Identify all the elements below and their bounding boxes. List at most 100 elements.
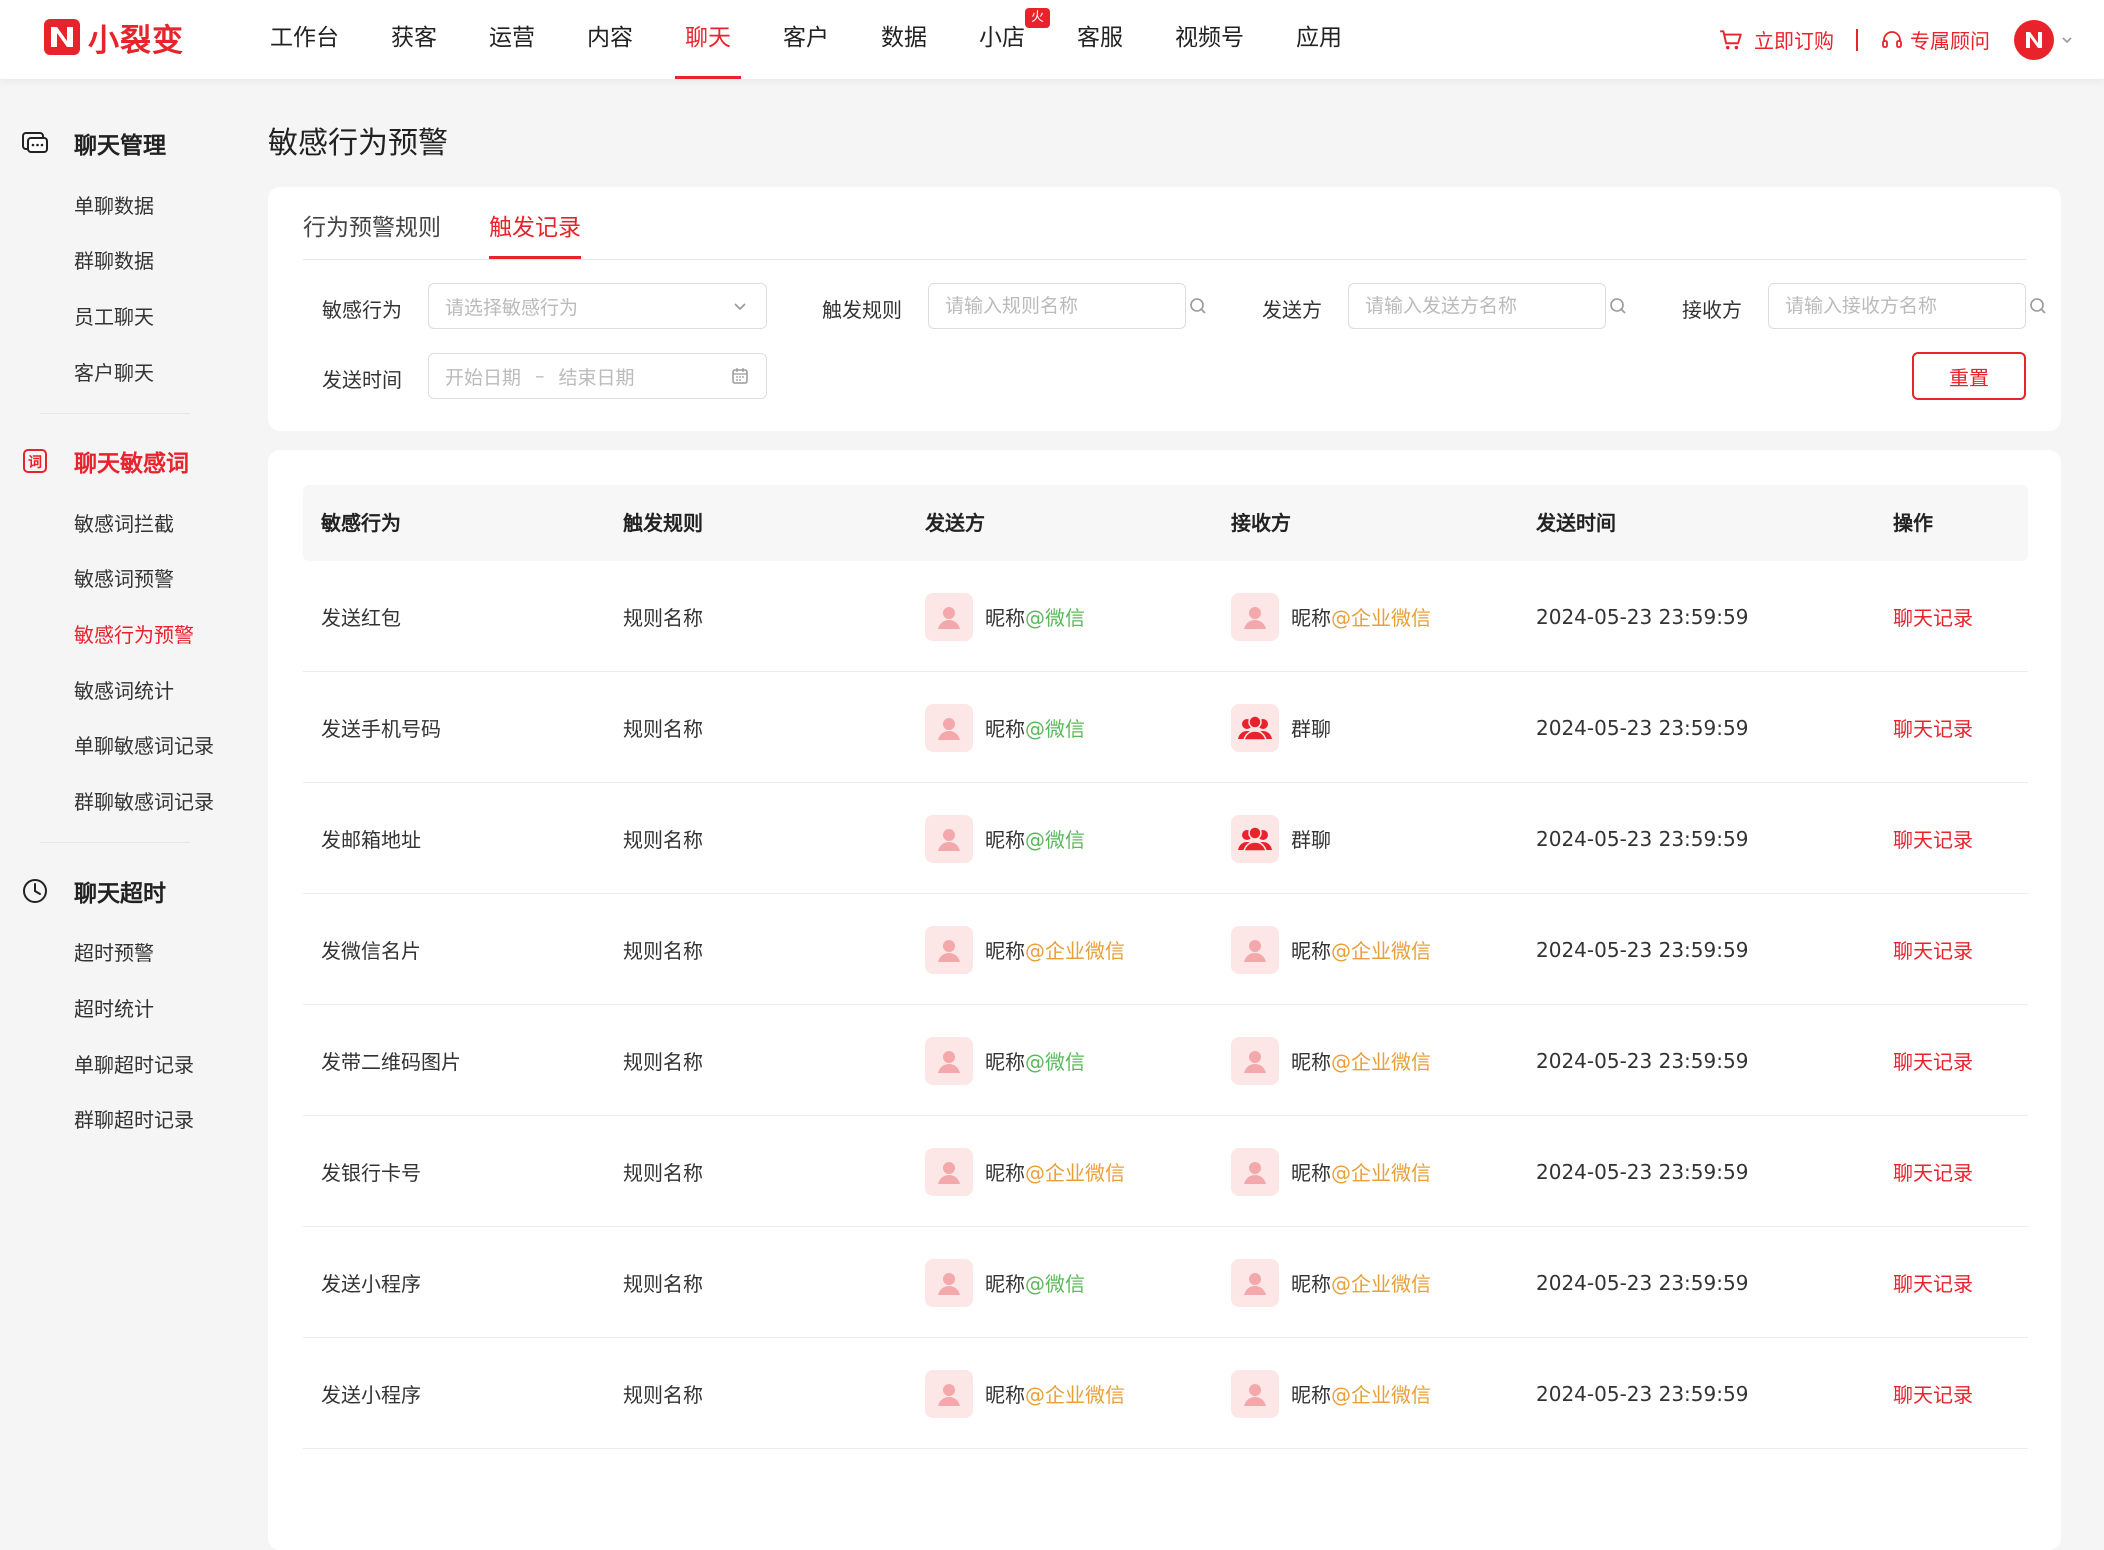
sender-platform-tag: @企业微信	[1025, 939, 1125, 963]
cell-sender: 昵称 @微信	[925, 672, 1085, 783]
date-range-dash: –	[535, 365, 545, 387]
cell-action: 聊天记录	[1893, 561, 1973, 672]
person-icon	[934, 935, 964, 965]
sidebar-item-single-timeout-records[interactable]: 单聊超时记录	[74, 1049, 194, 1078]
sender-search-field[interactable]	[1365, 295, 1608, 317]
receiver-name: 昵称	[1291, 939, 1331, 963]
person-icon	[934, 1268, 964, 1298]
sender-search-input[interactable]	[1348, 283, 1626, 329]
nav-label: 小店	[979, 25, 1025, 51]
user-avatar[interactable]	[2014, 19, 2054, 60]
column-header-behavior: 敏感行为	[321, 511, 401, 535]
nav-item-content[interactable]: 内容	[587, 0, 633, 79]
order-button[interactable]: 立即订购	[1718, 25, 1834, 54]
person-icon	[934, 1046, 964, 1076]
receiver-platform-tag: @企业微信	[1331, 1272, 1431, 1296]
sender-platform-tag: @微信	[1025, 717, 1085, 741]
sidebar-item-timeout-warning[interactable]: 超时预警	[74, 937, 154, 966]
receiver-platform-tag: @企业微信	[1331, 1383, 1431, 1407]
nav-label: 客服	[1077, 25, 1123, 51]
nav-item-data[interactable]: 数据	[881, 0, 927, 79]
nav-label: 客户	[783, 25, 829, 51]
sidebar-item-single-chat-data[interactable]: 单聊数据	[74, 190, 154, 219]
rule-search-field[interactable]	[945, 295, 1188, 317]
sidebar-group-sensitive-words[interactable]: 词 聊天敏感词	[20, 441, 189, 481]
chat-record-link[interactable]: 聊天记录	[1893, 713, 1973, 742]
cell-rule: 规则名称	[623, 717, 703, 741]
sidebar-group-title: 聊天超时	[74, 881, 166, 907]
sender-platform-tag: @微信	[1025, 1272, 1085, 1296]
tab-rules[interactable]: 行为预警规则	[303, 187, 441, 259]
sender-avatar	[925, 814, 973, 863]
cell-receiver: 昵称 @企业微信	[1231, 561, 1431, 672]
reset-button[interactable]: 重置	[1912, 352, 2026, 400]
advisor-button[interactable]: 专属顾问	[1880, 25, 1990, 54]
sender-name: 昵称	[985, 1161, 1025, 1185]
receiver-name: 群聊	[1291, 717, 1331, 741]
cell-time: 2024-05-23 23:59:59	[1536, 604, 1749, 629]
group-chat-icon	[1237, 824, 1273, 854]
receiver-name: 昵称	[1291, 606, 1331, 630]
sidebar-item-word-stats[interactable]: 敏感词统计	[74, 675, 174, 704]
sidebar-item-group-timeout-records[interactable]: 群聊超时记录	[74, 1104, 194, 1133]
nav-item-customer[interactable]: 客户	[783, 0, 829, 79]
nav-item-workbench[interactable]: 工作台	[270, 0, 339, 79]
cell-time: 2024-05-23 23:59:59	[1536, 1048, 1749, 1073]
cell-action: 聊天记录	[1893, 1005, 1973, 1116]
chat-record-link[interactable]: 聊天记录	[1893, 1046, 1973, 1075]
main-nav: 工作台 获客 运营 内容 聊天 客户 数据 小店 火爆 客服 视频号 应用	[270, 0, 1394, 79]
nav-item-shop[interactable]: 小店 火爆	[979, 0, 1051, 79]
sidebar: 聊天管理 单聊数据 群聊数据 员工聊天 客户聊天 词 聊天敏感词 敏感词拦截 敏…	[0, 79, 232, 1490]
nav-item-channels[interactable]: 视频号	[1175, 0, 1244, 79]
chat-record-link[interactable]: 聊天记录	[1893, 1268, 1973, 1297]
search-icon[interactable]	[1188, 296, 1208, 316]
rule-search-input[interactable]	[928, 283, 1206, 329]
chevron-down-icon[interactable]	[2060, 33, 2074, 47]
nav-item-apps[interactable]: 应用	[1296, 0, 1342, 79]
nav-item-operate[interactable]: 运营	[489, 0, 535, 79]
sender-avatar	[925, 592, 973, 641]
receiver-avatar	[1231, 1036, 1279, 1085]
behavior-select[interactable]: 请选择敏感行为	[428, 283, 767, 329]
receiver-avatar	[1231, 814, 1279, 863]
sidebar-item-word-warning[interactable]: 敏感词预警	[74, 563, 174, 592]
sidebar-item-single-word-records[interactable]: 单聊敏感词记录	[74, 730, 214, 759]
nav-label: 聊天	[685, 25, 731, 51]
cell-time: 2024-05-23 23:59:59	[1536, 937, 1749, 962]
logo[interactable]: 小裂变	[42, 17, 184, 59]
sidebar-item-group-word-records[interactable]: 群聊敏感词记录	[74, 786, 214, 815]
cell-rule: 规则名称	[623, 939, 703, 963]
nav-item-acquire[interactable]: 获客	[391, 0, 437, 79]
cell-behavior: 发送红包	[321, 606, 401, 630]
chat-record-link[interactable]: 聊天记录	[1893, 602, 1973, 631]
sidebar-group-chat-manage[interactable]: 聊天管理	[20, 123, 166, 163]
chat-record-link[interactable]: 聊天记录	[1893, 824, 1973, 853]
sidebar-item-staff-chat[interactable]: 员工聊天	[74, 301, 154, 330]
table-row: 发送手机号码 规则名称 昵称 @微信 群聊 2024-05-23 23:59:59 聊天记录	[303, 672, 2028, 783]
sidebar-item-group-chat-data[interactable]: 群聊数据	[74, 245, 154, 274]
person-icon	[1240, 1268, 1270, 1298]
cell-behavior: 发送小程序	[321, 1383, 421, 1407]
tab-trigger-records[interactable]: 触发记录	[489, 187, 581, 259]
chevron-down-icon	[734, 303, 746, 311]
sidebar-item-customer-chat[interactable]: 客户聊天	[74, 357, 154, 386]
receiver-search-input[interactable]	[1768, 283, 2046, 329]
sidebar-group-timeout[interactable]: 聊天超时	[20, 871, 166, 911]
chat-record-link[interactable]: 聊天记录	[1893, 1157, 1973, 1186]
table-header: 敏感行为 触发规则 发送方 接收方 发送时间 操作	[303, 485, 2028, 561]
receiver-name: 昵称	[1291, 1272, 1331, 1296]
chat-record-link[interactable]: 聊天记录	[1893, 935, 1973, 964]
nav-item-service[interactable]: 客服	[1077, 0, 1123, 79]
cell-time: 2024-05-23 23:59:59	[1536, 715, 1749, 740]
sidebar-item-behavior-warning[interactable]: 敏感行为预警	[74, 619, 194, 648]
column-header-time: 发送时间	[1536, 511, 1616, 535]
sidebar-item-timeout-stats[interactable]: 超时统计	[74, 993, 154, 1022]
search-icon[interactable]	[2028, 296, 2048, 316]
sidebar-item-word-intercept[interactable]: 敏感词拦截	[74, 508, 174, 537]
chat-record-link[interactable]: 聊天记录	[1893, 1379, 1973, 1408]
nav-item-chat[interactable]: 聊天	[675, 0, 741, 79]
search-icon[interactable]	[1608, 296, 1628, 316]
receiver-search-field[interactable]	[1785, 295, 2028, 317]
page-title: 敏感行为预警	[268, 126, 448, 161]
date-range-picker[interactable]: 开始日期 – 结束日期	[428, 353, 767, 399]
